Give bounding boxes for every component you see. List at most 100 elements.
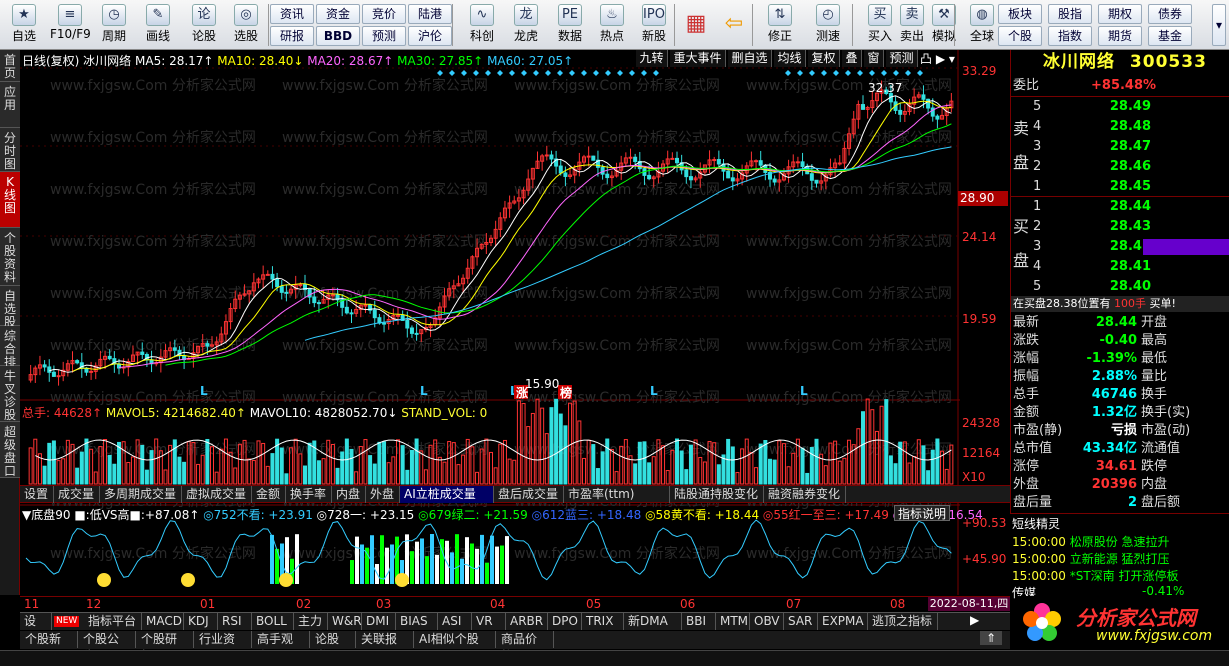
info-tab[interactable]: 关联报价 [356,631,414,663]
bid-price[interactable]: 28.41 [1091,258,1151,276]
indicator-tab[interactable]: SAR [784,613,818,630]
toolbar-info-button[interactable]: ≡ F10/F9 [50,2,91,48]
info-tab[interactable]: 个股新闻 [20,631,78,663]
chart-menu-item[interactable]: 均线 [774,50,806,67]
toolbar-fire-button[interactable]: ♨ 热点 [592,2,632,48]
mini-button[interactable]: 资金 [316,4,360,24]
indicator-help-button[interactable]: 指标说明 [894,505,951,521]
bid-price[interactable]: 28.40 [1091,278,1151,296]
info-tab[interactable]: 高手观点 [252,631,310,663]
chart-menu-item[interactable]: 重大事件 [670,50,726,67]
chart-menu-item[interactable]: 窗 [864,50,884,67]
mini-button[interactable]: 竞价 [362,4,406,24]
ask-price[interactable]: 28.47 [1091,138,1151,156]
expand-up-icon[interactable]: ⇑ [980,631,1002,645]
volume-tab[interactable]: 换手率 [286,486,332,503]
sprite-item[interactable]: 15:00:00 松原股份 急速拉升 [1012,533,1170,550]
bid-price[interactable]: 28.43 [1091,218,1151,236]
volume-tab[interactable]: AI立桩成交量 [400,486,494,503]
dropdown-arrow-icon[interactable]: ▾ [1212,4,1226,46]
chart-menu-item[interactable]: 叠 [842,50,862,67]
volume-tab[interactable]: 盘后成交量 [494,486,564,503]
indicator-tab[interactable]: 新DMA [624,613,682,630]
volume-tab[interactable]: 陆股通持股变化 [670,486,764,503]
toolbar-hammer-button[interactable]: ⚒ 模拟 [924,2,964,48]
mini-button[interactable]: BBD [316,26,360,46]
toolbar-pen-button[interactable]: ✎ 画线 [138,2,178,48]
toolbar-dragon-button[interactable]: 龙龙虎 [506,2,546,48]
bid-price[interactable]: 28.42 [1091,238,1151,256]
chart-menu-item[interactable]: 预测 [886,50,918,67]
volume-tab[interactable]: 设置 [20,486,54,503]
mini-button[interactable]: 预测 [362,26,406,46]
indicator-tab[interactable]: VR [472,613,506,630]
chart-menu-item[interactable]: 复权 [808,50,840,67]
ask-price[interactable]: 28.49 [1091,98,1151,116]
ask-price[interactable]: 28.48 [1091,118,1151,136]
info-tab[interactable]: 论股堂 [310,631,356,663]
indicator-tab[interactable]: 主力 [294,613,328,630]
chart-menu-item[interactable]: 九转 [636,50,668,67]
mini-button[interactable]: 资讯 [270,4,314,24]
indicator-tab[interactable]: BOLL [252,613,294,630]
ask-price[interactable]: 28.45 [1091,178,1151,196]
volume-tab[interactable]: 内盘 [332,486,366,503]
toolbar-star-button[interactable]: ★ 自选 [4,2,44,48]
volume-tab[interactable]: 外盘 [366,486,400,503]
indicator-tab[interactable]: BIAS [396,613,438,630]
indicator-settings-tab[interactable]: 设置 [20,613,52,645]
info-tab[interactable]: AI相似个股 [414,631,496,648]
side-tab-7[interactable]: 牛 叉 诊 股 [0,366,20,422]
volume-tab[interactable]: 金额 [252,486,286,503]
tabs-scroll-icon[interactable]: ▶ [970,613,979,627]
toolbar-ipo-button[interactable]: IPO 新股 [634,2,674,48]
palette-icon[interactable]: ▦ [680,6,712,44]
mini-button[interactable]: 指数 [1048,26,1092,46]
toolbar-clock-button[interactable]: ◷ 周期 [94,2,134,48]
mini-button[interactable]: 板块 [998,4,1042,24]
indicator-tab[interactable]: DMI [362,613,396,630]
toolbar-chat-button[interactable]: 论论股 [184,2,224,48]
indicator-tab[interactable]: 指标平台 [84,613,142,630]
indicator-tab[interactable]: RSI [218,613,252,630]
info-tab[interactable]: 个股公告 [78,631,136,663]
mini-button[interactable]: 个股 [998,26,1042,46]
indicator-tab[interactable]: KDJ [184,613,218,630]
volume-tab[interactable]: 多周期成交量 [100,486,182,503]
side-tab-1[interactable]: 应 用 [0,82,20,128]
volume-tab[interactable]: 虚拟成交量 [182,486,252,503]
indicator-tab[interactable]: ARBR [506,613,548,630]
mini-button[interactable]: 沪伦 [408,26,452,46]
side-tab-2[interactable]: 分 时 图 [0,128,20,172]
volume-tab[interactable]: 市盈率(ttm) [564,486,670,503]
info-tab[interactable]: 行业资讯 [194,631,252,663]
kline-chart-area[interactable]: www.fxjgsw.Com 分析家公式网 www.fxjgsw.Com 分析家公… [20,50,1010,595]
indicator-tab[interactable]: BBI [682,613,716,630]
info-tab[interactable]: 个股研报 [136,631,194,663]
sprite-item[interactable]: 15:00:00 *ST深南 打开涨停板 [1012,567,1179,584]
side-tab-0[interactable]: 首 页 [0,50,20,82]
indicator-tab[interactable]: W&R [328,613,362,630]
indicator-tab[interactable]: ASI [438,613,472,630]
bid-price[interactable]: 28.44 [1091,198,1151,216]
ask-price[interactable]: 28.46 [1091,158,1151,176]
indicator-tab[interactable]: TRIX [582,613,624,630]
toolbar-speedometer-button[interactable]: ◴ 测速 [808,2,848,48]
indicator-tab[interactable]: EXPMA [818,613,868,630]
volume-tab[interactable]: 成交量 [54,486,100,503]
toolbar-globe-button[interactable]: ◍ 全球 [962,2,1002,48]
indicator-tab[interactable]: MACD [142,613,184,630]
mini-button[interactable]: 期权 [1098,4,1142,24]
toolbar-chart-button[interactable]: ∿ 科创 [462,2,502,48]
sprite-item[interactable]: 15:00:00 立新能源 猛烈打压 [1012,550,1170,567]
side-tab-8[interactable]: 超 级 盘 口 [0,422,20,478]
toolbar-search-button[interactable]: ◎ 选股 [226,2,266,48]
chart-menu-item[interactable]: 删自选 [728,50,772,67]
mini-button[interactable]: 研报 [270,26,314,46]
mini-button[interactable]: 债券 [1148,4,1192,24]
toolbar-pe-button[interactable]: PE 数据 [550,2,590,48]
indicator-tab[interactable]: 逃顶之指标 [868,613,938,630]
side-tab-5[interactable]: 自 选 股 [0,286,20,329]
side-tab-6[interactable]: 综 合 排 名 [0,326,20,382]
indicator-tab[interactable]: MTM [716,613,750,630]
